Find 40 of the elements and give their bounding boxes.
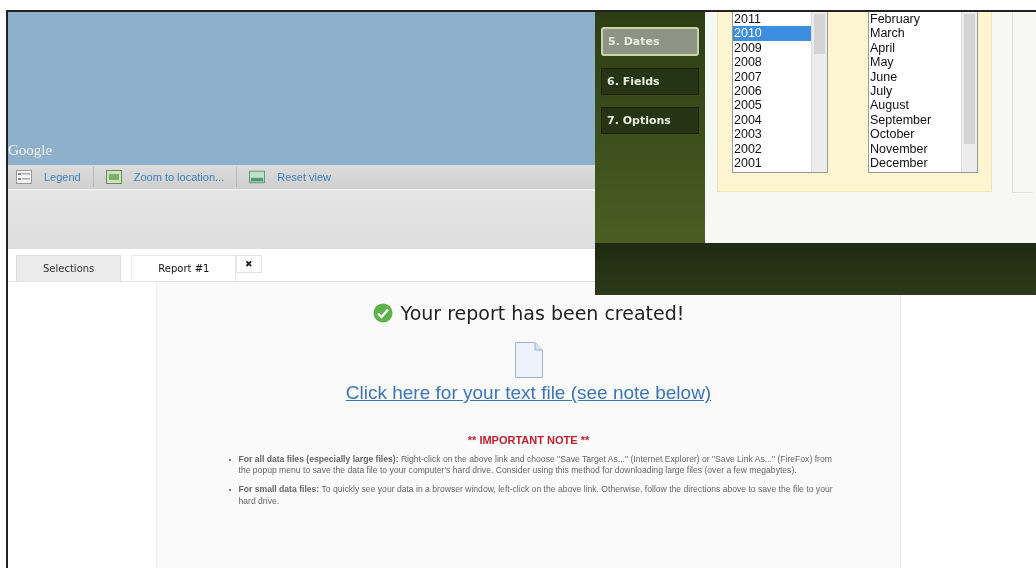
map-zoom-icon[interactable] <box>105 170 122 184</box>
year-option[interactable]: 2008 <box>733 55 811 70</box>
month-option[interactable]: July <box>869 84 961 99</box>
close-tab-button[interactable]: ✖ <box>236 255 263 273</box>
month-option[interactable]: November <box>869 141 961 157</box>
month-option[interactable]: April <box>869 40 961 56</box>
month-listbox[interactable]: February March April May June July August September October November December <box>868 12 978 173</box>
year-listbox[interactable]: 2011 2010 2009 2008 2007 2006 2005 2004 2003 2002 2001 <box>732 12 828 173</box>
report-heading: Your report has been created! <box>400 302 685 324</box>
step-button[interactable]: 6. Fields <box>601 68 699 95</box>
scrollbar[interactable] <box>961 12 977 172</box>
file-icon[interactable] <box>514 342 543 378</box>
year-option[interactable]: 2004 <box>733 112 811 128</box>
map-attribution: Google <box>8 142 53 159</box>
note-text: For all data files (especially large files): Right-click on the above link and choose "Save Target As..." (Internet Explorer) or "Save Link As..." (FireFox) from the popup menu to save the data file to your computer's hard drive. Consider using this method for downloading large files (over a few megabytes). <box>238 454 833 477</box>
month-option[interactable]: May <box>869 55 961 70</box>
map-view-icon[interactable] <box>249 170 266 184</box>
download-link[interactable]: Click here for your text file (see note below) <box>345 382 712 404</box>
year-option[interactable]: 2003 <box>733 127 811 142</box>
note-text: For small data files: To quickly see your data in a browser window, left-click on the above link. Otherwise, follow the directions above to save the file to your hard drive. <box>238 484 834 507</box>
year-option[interactable]: 2002 <box>733 141 811 157</box>
year-option[interactable]: 2009 <box>733 40 811 56</box>
scrollbar[interactable] <box>811 12 827 172</box>
year-option[interactable]: 2011 <box>733 12 811 27</box>
month-option[interactable]: October <box>869 127 961 142</box>
tab[interactable]: Selections <box>16 255 122 281</box>
tab[interactable]: Report #1 <box>131 255 237 281</box>
month-option[interactable]: February <box>869 12 961 27</box>
month-option[interactable]: June <box>869 69 961 85</box>
step-button[interactable]: 7. Options <box>601 107 699 134</box>
legend-icon[interactable] <box>16 170 32 184</box>
year-option[interactable]: 2007 <box>733 69 811 85</box>
month-option[interactable]: September <box>869 112 961 128</box>
year-option[interactable]: 2006 <box>733 84 811 99</box>
month-option[interactable]: March <box>869 26 961 41</box>
year-option[interactable]: 2005 <box>733 98 811 113</box>
success-check-icon <box>372 303 393 323</box>
note-title: ** IMPORTANT NOTE ** <box>467 434 590 446</box>
bullet-icon <box>228 489 231 492</box>
month-option[interactable]: August <box>869 98 961 113</box>
